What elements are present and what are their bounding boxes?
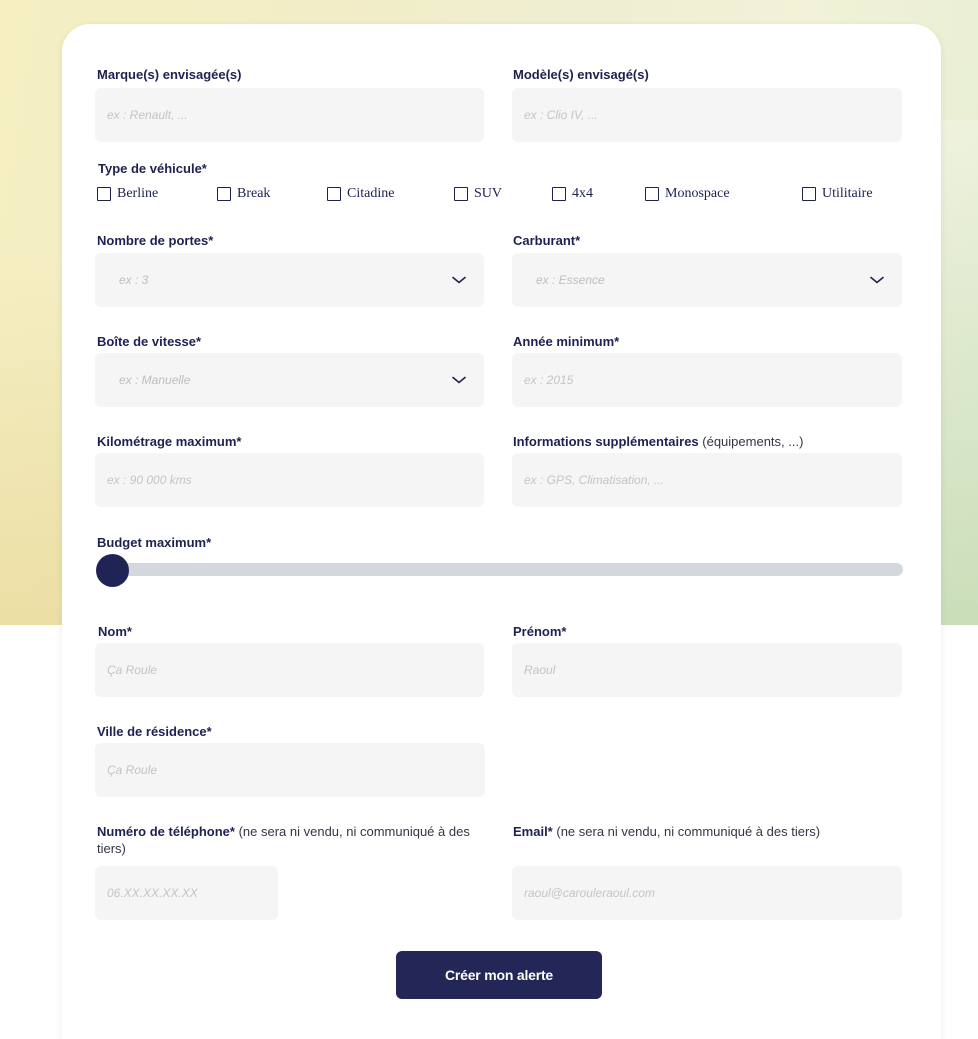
kilometrage-input[interactable]: [107, 473, 466, 487]
checkbox-label: Monospace: [665, 186, 730, 201]
kilometrage-label: Kilométrage maximum*: [97, 434, 242, 449]
email-label-text: Email*: [513, 824, 553, 839]
checkbox-citadine[interactable]: Citadine: [327, 186, 394, 202]
checkbox-berline[interactable]: Berline: [97, 186, 158, 202]
checkbox-suv[interactable]: SUV: [454, 186, 502, 202]
chevron-down-icon: [452, 276, 466, 284]
modeles-field[interactable]: [512, 88, 902, 142]
infos-label-note: (équipements, ...): [698, 434, 804, 449]
carburant-placeholder: ex : Essence: [536, 273, 605, 287]
ville-field[interactable]: [95, 743, 485, 797]
nom-input[interactable]: [107, 663, 466, 677]
budget-slider-track[interactable]: [97, 563, 903, 576]
infos-field[interactable]: [512, 453, 902, 507]
checkbox-box[interactable]: [454, 187, 468, 201]
ville-label: Ville de résidence*: [97, 724, 212, 739]
checkbox-label: Utilitaire: [822, 186, 873, 201]
telephone-input[interactable]: [107, 886, 260, 900]
nom-label: Nom*: [98, 624, 132, 639]
marques-label: Marque(s) envisagée(s): [97, 67, 242, 82]
email-input[interactable]: [524, 886, 884, 900]
telephone-label: Numéro de téléphone* (ne sera ni vendu, …: [97, 823, 472, 857]
prenom-field[interactable]: [512, 643, 902, 697]
boite-placeholder: ex : Manuelle: [119, 373, 191, 387]
boite-select[interactable]: ex : Manuelle: [95, 353, 484, 407]
annee-label: Année minimum*: [513, 334, 620, 349]
checkbox-box[interactable]: [802, 187, 816, 201]
email-label: Email* (ne sera ni vendu, ni communiqué …: [513, 823, 898, 840]
chevron-down-icon: [870, 276, 884, 284]
infos-input[interactable]: [524, 473, 884, 487]
marques-input[interactable]: [107, 108, 466, 122]
prenom-label: Prénom*: [513, 624, 567, 639]
boite-label: Boîte de vitesse*: [97, 334, 202, 349]
checkbox-box[interactable]: [552, 187, 566, 201]
type-vehicule-options: Berline Break Citadine SUV 4x4 Monospace…: [97, 186, 897, 206]
checkbox-break[interactable]: Break: [217, 186, 270, 202]
budget-label: Budget maximum*: [97, 535, 212, 550]
prenom-input[interactable]: [524, 663, 884, 677]
portes-label: Nombre de portes*: [97, 233, 214, 248]
create-alert-button[interactable]: Créer mon alerte: [396, 951, 602, 999]
checkbox-monospace[interactable]: Monospace: [645, 186, 730, 202]
nom-field[interactable]: [95, 643, 484, 697]
ville-input[interactable]: [107, 763, 467, 777]
checkbox-label: 4x4: [572, 186, 593, 201]
infos-label-text: Informations supplémentaires: [513, 434, 699, 449]
checkbox-box[interactable]: [645, 187, 659, 201]
checkbox-label: Berline: [117, 186, 159, 201]
checkbox-4x4[interactable]: 4x4: [552, 186, 593, 202]
annee-input[interactable]: [524, 373, 884, 387]
kilometrage-field[interactable]: [95, 453, 484, 507]
email-label-note: (ne sera ni vendu, ni communiqué à des t…: [552, 824, 821, 839]
portes-select[interactable]: ex : 3: [95, 253, 484, 307]
infos-label: Informations supplémentaires (équipement…: [513, 433, 803, 450]
checkbox-label: Citadine: [347, 186, 395, 201]
annee-field[interactable]: [512, 353, 902, 407]
modeles-label: Modèle(s) envisagé(s): [513, 67, 649, 82]
checkbox-box[interactable]: [327, 187, 341, 201]
checkbox-box[interactable]: [97, 187, 111, 201]
type-vehicule-label: Type de véhicule*: [98, 161, 207, 176]
checkbox-utilitaire[interactable]: Utilitaire: [802, 186, 873, 202]
checkbox-label: Break: [237, 186, 271, 201]
modeles-input[interactable]: [524, 108, 884, 122]
carburant-select[interactable]: ex : Essence: [512, 253, 902, 307]
checkbox-label: SUV: [474, 186, 503, 201]
portes-placeholder: ex : 3: [119, 273, 149, 287]
telephone-label-text: Numéro de téléphone*: [97, 824, 235, 839]
budget-slider-thumb[interactable]: [96, 554, 129, 587]
marques-field[interactable]: [95, 88, 484, 142]
telephone-field[interactable]: [95, 866, 278, 920]
email-field[interactable]: [512, 866, 902, 920]
chevron-down-icon: [452, 376, 466, 384]
checkbox-box[interactable]: [217, 187, 231, 201]
carburant-label: Carburant*: [513, 233, 581, 248]
